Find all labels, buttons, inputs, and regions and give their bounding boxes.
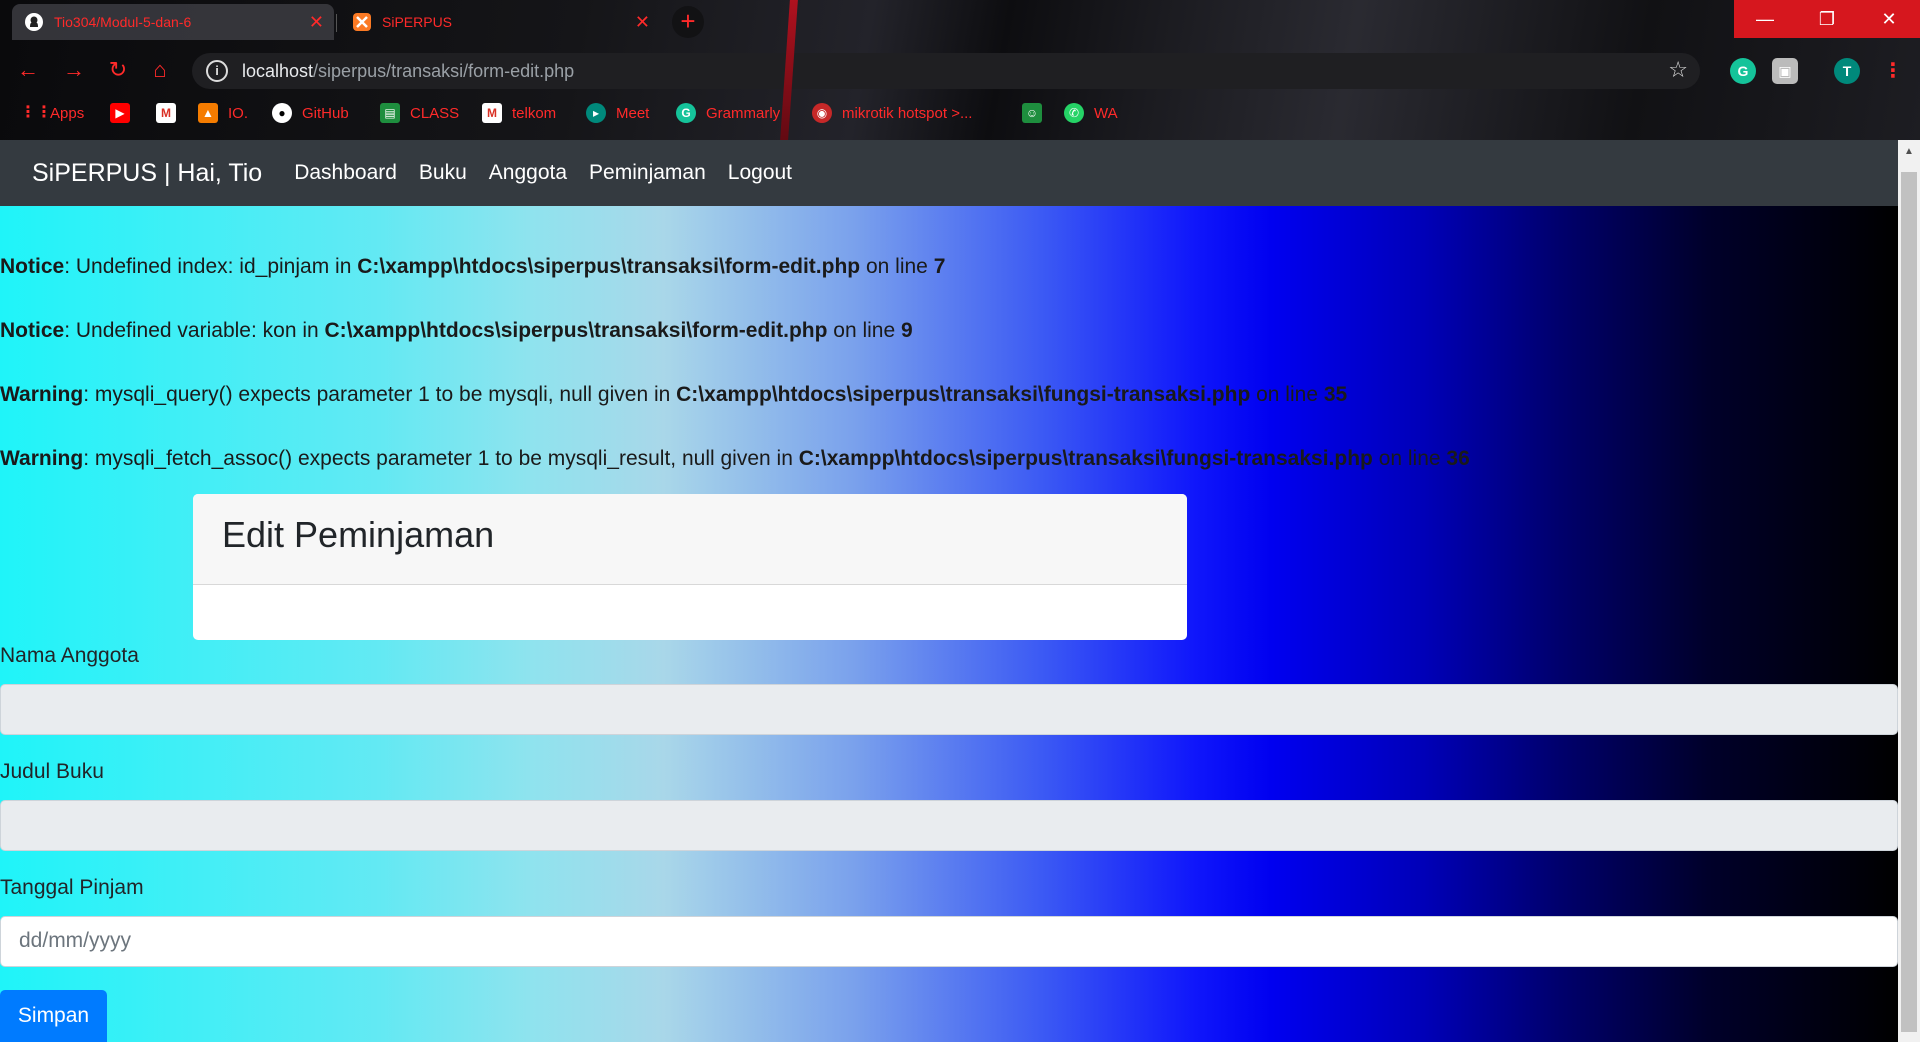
grammarly-icon[interactable]: G <box>1730 58 1756 84</box>
info-icon[interactable]: i <box>206 60 228 82</box>
tab-siperpus[interactable]: SiPERPUS ✕ <box>340 4 660 40</box>
bookmark-meet[interactable]: ▸ Meet <box>586 98 649 128</box>
app-navbar: SiPERPUS | Hai, Tio Dashboard Buku Anggo… <box>0 140 1898 206</box>
close-window-button[interactable]: ✕ <box>1858 0 1920 38</box>
bookmark-class[interactable]: ▤ CLASS <box>380 98 459 128</box>
nav-links: Dashboard Buku Anggota Peminjaman Logout <box>294 161 814 185</box>
apps-grid-icon: ⋮⋮ <box>20 104 52 121</box>
nama-anggota-label: Nama Anggota <box>0 644 139 667</box>
bookmark-gmail[interactable]: M <box>156 98 186 128</box>
bookmark-github[interactable]: ● GitHub <box>272 98 349 128</box>
php-warning: Warning: mysqli_fetch_assoc() expects pa… <box>0 447 1470 470</box>
github-icon <box>25 13 43 31</box>
bookmark-grammarly[interactable]: G Grammarly <box>676 98 780 128</box>
grammarly-icon: G <box>676 103 696 123</box>
tab-title: Tio304/Modul-5-dan-6 <box>54 14 192 30</box>
edit-card: Edit Peminjaman <box>193 494 1187 640</box>
bookmarks-bar: ⋮⋮ Apps ▶ M ▲ IO. ● GitHub ▤ CLASS Mtelkom ▸… <box>0 98 1920 128</box>
url-text[interactable]: localhost/siperpus/transaksi/form-edit.p… <box>242 61 574 82</box>
tab-title: SiPERPUS <box>382 14 453 30</box>
scrollbar-thumb[interactable] <box>1901 172 1917 1032</box>
bookmark-io[interactable]: ▲ IO. <box>198 98 248 128</box>
classroom-icon: ▤ <box>380 103 400 123</box>
youtube-icon: ▶ <box>110 103 130 123</box>
nav-dashboard[interactable]: Dashboard <box>294 161 397 185</box>
simpan-button[interactable]: Simpan <box>0 990 107 1042</box>
browser-toolbar: ← → ↻ ⌂ i localhost/siperpus/transaksi/f… <box>0 50 1920 90</box>
php-notice: Notice: Undefined variable: kon in C:\xa… <box>0 319 913 342</box>
minimize-button[interactable]: — <box>1734 0 1796 38</box>
tab-github[interactable]: Tio304/Modul-5-dan-6 ✕ <box>12 4 334 40</box>
page-viewport: SiPERPUS | Hai, Tio Dashboard Buku Anggo… <box>0 140 1898 1042</box>
tab-divider <box>336 14 337 32</box>
gmail-icon: M <box>156 103 176 123</box>
reload-icon[interactable]: ↻ <box>104 56 132 84</box>
nav-anggota[interactable]: Anggota <box>489 161 567 185</box>
gmail-icon: M <box>482 103 502 123</box>
menu-kebab-icon[interactable]: ⋮ <box>1880 58 1906 84</box>
home-icon[interactable]: ⌂ <box>146 56 174 84</box>
bookmark-star-icon[interactable]: ☆ <box>1668 57 1688 83</box>
github-icon: ● <box>272 103 292 123</box>
restore-button[interactable]: ❐ <box>1796 0 1858 38</box>
contacts-icon: ☺ <box>1022 103 1042 123</box>
bookmark-contacts[interactable]: ☺ <box>1022 98 1052 128</box>
bookmark-telkom[interactable]: Mtelkom <box>482 98 556 128</box>
bookmark-wa[interactable]: ✆ WA <box>1064 98 1118 128</box>
close-icon[interactable]: ✕ <box>635 12 650 33</box>
meet-icon: ▸ <box>586 103 606 123</box>
tanggal-pinjam-field[interactable]: dd/mm/yyyy <box>0 916 1898 967</box>
nav-logout[interactable]: Logout <box>728 161 792 185</box>
php-notice: Notice: Undefined index: id_pinjam in C:… <box>0 255 946 278</box>
nama-anggota-field[interactable] <box>0 684 1898 735</box>
nav-peminjaman[interactable]: Peminjaman <box>589 161 706 185</box>
bookmark-apps[interactable]: ⋮⋮ Apps <box>20 98 84 128</box>
page-scrollbar[interactable]: ▲ <box>1898 140 1920 1042</box>
forward-icon[interactable]: → <box>60 56 88 84</box>
new-tab-button[interactable]: + <box>672 6 704 38</box>
tanggal-pinjam-label: Tanggal Pinjam <box>0 876 144 899</box>
window-controls: — ❐ ✕ <box>1734 0 1920 38</box>
mikrotik-icon: ◉ <box>812 103 832 123</box>
io-icon: ▲ <box>198 103 218 123</box>
xampp-icon <box>353 13 371 31</box>
nav-buku[interactable]: Buku <box>419 161 467 185</box>
judul-buku-label: Judul Buku <box>0 760 104 783</box>
browser-chrome: Tio304/Modul-5-dan-6 ✕ SiPERPUS ✕ + — ❐ … <box>0 0 1920 140</box>
scroll-up-icon[interactable]: ▲ <box>1904 146 1914 157</box>
profile-avatar[interactable]: T <box>1834 58 1860 84</box>
card-title: Edit Peminjaman <box>222 514 495 555</box>
close-icon[interactable]: ✕ <box>309 12 324 33</box>
tab-strip: Tio304/Modul-5-dan-6 ✕ SiPERPUS ✕ + — ❐ … <box>0 0 1920 44</box>
bookmark-youtube[interactable]: ▶ <box>110 98 140 128</box>
address-bar[interactable]: i localhost/siperpus/transaksi/form-edit… <box>192 53 1700 89</box>
bookmark-mikrotik[interactable]: ◉ mikrotik hotspot >... <box>812 98 972 128</box>
whatsapp-icon: ✆ <box>1064 103 1084 123</box>
navbar-brand[interactable]: SiPERPUS | Hai, Tio <box>32 159 262 188</box>
php-warning: Warning: mysqli_query() expects paramete… <box>0 383 1348 406</box>
card-header: Edit Peminjaman <box>193 494 1187 585</box>
back-icon[interactable]: ← <box>14 56 42 84</box>
judul-buku-field[interactable] <box>0 800 1898 851</box>
extension-icon[interactable]: ▣ <box>1772 58 1798 84</box>
